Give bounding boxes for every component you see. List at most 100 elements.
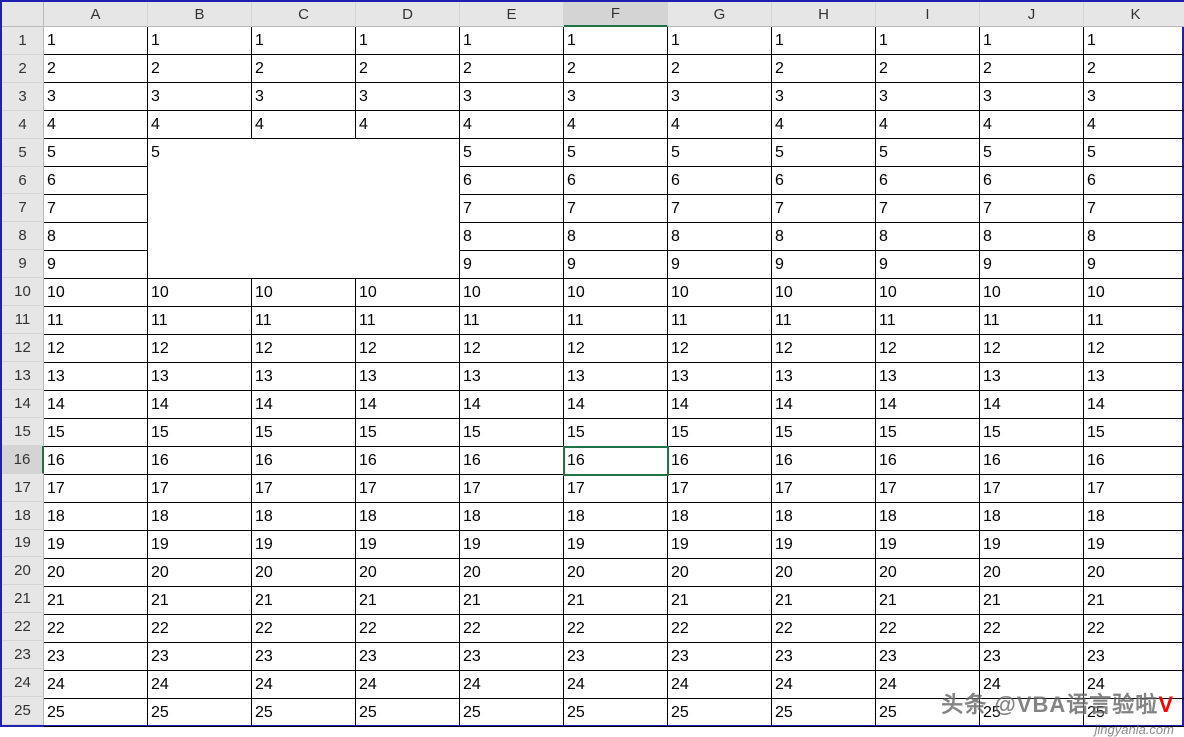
cell-D3[interactable]: 3 — [356, 83, 460, 111]
cell-F6[interactable]: 6 — [564, 167, 668, 195]
cell-C20[interactable]: 20 — [252, 559, 356, 587]
cell-D5[interactable] — [356, 139, 460, 167]
cell-A22[interactable]: 22 — [44, 615, 148, 643]
cell-J19[interactable]: 19 — [980, 531, 1084, 559]
cell-A1[interactable]: 1 — [44, 27, 148, 55]
cell-E3[interactable]: 3 — [460, 83, 564, 111]
cell-A2[interactable]: 2 — [44, 55, 148, 83]
cell-I16[interactable]: 16 — [876, 447, 980, 475]
cell-H10[interactable]: 10 — [772, 279, 876, 307]
cell-I2[interactable]: 2 — [876, 55, 980, 83]
cell-H22[interactable]: 22 — [772, 615, 876, 643]
cell-J18[interactable]: 18 — [980, 503, 1084, 531]
cell-C15[interactable]: 15 — [252, 419, 356, 447]
cell-F24[interactable]: 24 — [564, 671, 668, 699]
cell-H17[interactable]: 17 — [772, 475, 876, 503]
cell-J6[interactable]: 6 — [980, 167, 1084, 195]
cell-H15[interactable]: 15 — [772, 419, 876, 447]
cell-G11[interactable]: 11 — [668, 307, 772, 335]
cell-A4[interactable]: 4 — [44, 111, 148, 139]
cell-E21[interactable]: 21 — [460, 587, 564, 615]
cell-C14[interactable]: 14 — [252, 391, 356, 419]
cell-G2[interactable]: 2 — [668, 55, 772, 83]
cell-J25[interactable]: 25 — [980, 699, 1084, 727]
cell-C12[interactable]: 12 — [252, 335, 356, 363]
row-header-3[interactable]: 3 — [2, 83, 44, 111]
cell-D15[interactable]: 15 — [356, 419, 460, 447]
cell-D11[interactable]: 11 — [356, 307, 460, 335]
cell-D17[interactable]: 17 — [356, 475, 460, 503]
cell-F1[interactable]: 1 — [564, 27, 668, 55]
cell-A25[interactable]: 25 — [44, 699, 148, 727]
cell-J12[interactable]: 12 — [980, 335, 1084, 363]
cell-F19[interactable]: 19 — [564, 531, 668, 559]
cell-B10[interactable]: 10 — [148, 279, 252, 307]
cell-B8[interactable] — [148, 223, 252, 251]
cell-K19[interactable]: 19 — [1084, 531, 1184, 559]
cell-G22[interactable]: 22 — [668, 615, 772, 643]
cell-B13[interactable]: 13 — [148, 363, 252, 391]
cell-E20[interactable]: 20 — [460, 559, 564, 587]
cell-H14[interactable]: 14 — [772, 391, 876, 419]
cell-I21[interactable]: 21 — [876, 587, 980, 615]
cell-D10[interactable]: 10 — [356, 279, 460, 307]
cell-H2[interactable]: 2 — [772, 55, 876, 83]
cell-B16[interactable]: 16 — [148, 447, 252, 475]
cell-D8[interactable] — [356, 223, 460, 251]
cell-B19[interactable]: 19 — [148, 531, 252, 559]
cell-E25[interactable]: 25 — [460, 699, 564, 727]
cell-A7[interactable]: 7 — [44, 195, 148, 223]
cell-C16[interactable]: 16 — [252, 447, 356, 475]
column-header-D[interactable]: D — [356, 2, 460, 27]
cell-D25[interactable]: 25 — [356, 699, 460, 727]
cell-H3[interactable]: 3 — [772, 83, 876, 111]
cell-F21[interactable]: 21 — [564, 587, 668, 615]
cell-K5[interactable]: 5 — [1084, 139, 1184, 167]
row-header-11[interactable]: 11 — [2, 306, 44, 334]
cell-A6[interactable]: 6 — [44, 167, 148, 195]
cell-E7[interactable]: 7 — [460, 195, 564, 223]
cell-K1[interactable]: 1 — [1084, 27, 1184, 55]
cell-J17[interactable]: 17 — [980, 475, 1084, 503]
cell-K14[interactable]: 14 — [1084, 391, 1184, 419]
row-header-17[interactable]: 17 — [2, 474, 44, 502]
cell-F15[interactable]: 15 — [564, 419, 668, 447]
cell-B22[interactable]: 22 — [148, 615, 252, 643]
cell-B7[interactable] — [148, 195, 252, 223]
cell-C24[interactable]: 24 — [252, 671, 356, 699]
cell-E2[interactable]: 2 — [460, 55, 564, 83]
column-header-I[interactable]: I — [876, 2, 980, 27]
cell-C22[interactable]: 22 — [252, 615, 356, 643]
cell-K13[interactable]: 13 — [1084, 363, 1184, 391]
cell-D22[interactable]: 22 — [356, 615, 460, 643]
cell-K3[interactable]: 3 — [1084, 83, 1184, 111]
cell-I25[interactable]: 25 — [876, 699, 980, 727]
cell-J11[interactable]: 11 — [980, 307, 1084, 335]
row-header-23[interactable]: 23 — [2, 641, 44, 669]
cell-A5[interactable]: 5 — [44, 139, 148, 167]
cell-E14[interactable]: 14 — [460, 391, 564, 419]
cell-B25[interactable]: 25 — [148, 699, 252, 727]
cell-D12[interactable]: 12 — [356, 335, 460, 363]
cell-E6[interactable]: 6 — [460, 167, 564, 195]
cell-J4[interactable]: 4 — [980, 111, 1084, 139]
cell-K24[interactable]: 24 — [1084, 671, 1184, 699]
cell-F4[interactable]: 4 — [564, 111, 668, 139]
cell-D9[interactable] — [356, 251, 460, 279]
cell-G12[interactable]: 12 — [668, 335, 772, 363]
cell-K16[interactable]: 16 — [1084, 447, 1184, 475]
cell-I3[interactable]: 3 — [876, 83, 980, 111]
row-header-15[interactable]: 15 — [2, 418, 44, 446]
cell-C6[interactable] — [252, 167, 356, 195]
cell-G4[interactable]: 4 — [668, 111, 772, 139]
cell-F17[interactable]: 17 — [564, 475, 668, 503]
cell-D1[interactable]: 1 — [356, 27, 460, 55]
cell-A19[interactable]: 19 — [44, 531, 148, 559]
cell-I4[interactable]: 4 — [876, 111, 980, 139]
cell-I11[interactable]: 11 — [876, 307, 980, 335]
column-header-J[interactable]: J — [980, 2, 1084, 27]
row-header-25[interactable]: 25 — [2, 697, 44, 725]
cell-H16[interactable]: 16 — [772, 447, 876, 475]
cell-I12[interactable]: 12 — [876, 335, 980, 363]
cell-J22[interactable]: 22 — [980, 615, 1084, 643]
